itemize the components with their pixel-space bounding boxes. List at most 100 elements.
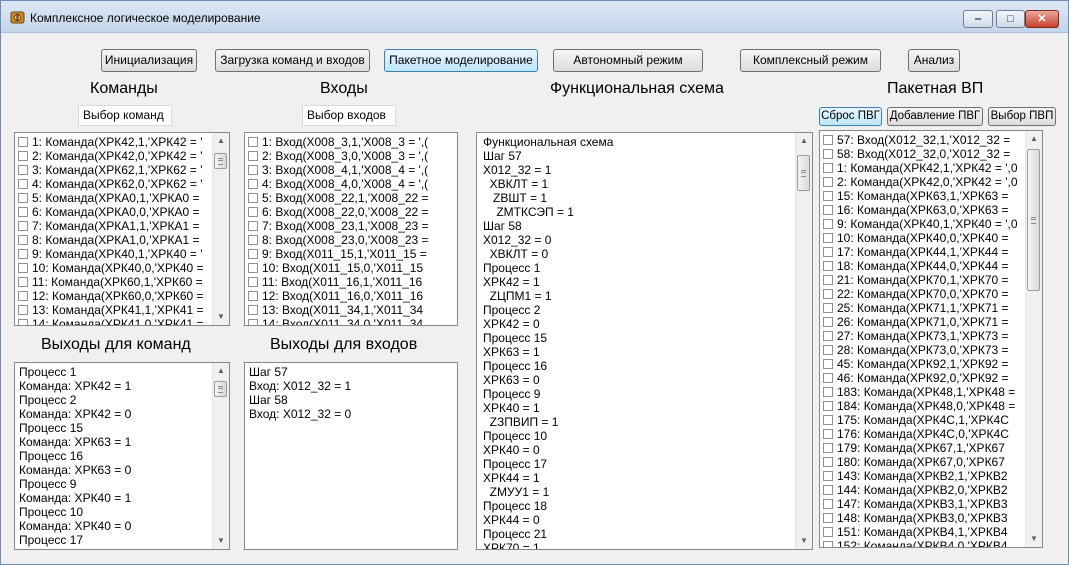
list-item[interactable]: 14: Команда(ХРК41,0,'ХРК41 = bbox=[18, 317, 213, 325]
checkbox[interactable] bbox=[248, 179, 258, 189]
checkbox[interactable] bbox=[823, 261, 833, 271]
list-item[interactable]: 12: Команда(ХРК60,0,'ХРК60 = bbox=[18, 289, 213, 303]
list-item[interactable]: 4: Команда(ХРК62,0,'ХРК62 = ' bbox=[18, 177, 213, 191]
list-item[interactable]: 8: Команда(ХРКА1,0,'ХРКА1 = bbox=[18, 233, 213, 247]
checkbox[interactable] bbox=[18, 151, 28, 161]
commands-scrollbar[interactable]: ▲ ▼ bbox=[212, 133, 229, 325]
list-item[interactable]: 152: Команда(ХРКВ4,0,'ХРКВ4 bbox=[823, 539, 1026, 547]
list-item[interactable]: 14: Вход(Х011_34,0,'Х011_34 bbox=[248, 317, 441, 325]
command-outputs-text[interactable]: Процесс 1 Команда: ХРК42 = 1 Процесс 2 Кома… bbox=[14, 362, 230, 550]
checkbox[interactable] bbox=[823, 191, 833, 201]
batch-scrollbar[interactable]: ▲ ▼ bbox=[1025, 131, 1042, 547]
list-item[interactable]: 17: Команда(ХРК44,1,'ХРК44 = bbox=[823, 245, 1026, 259]
checkbox[interactable] bbox=[823, 541, 833, 547]
list-item[interactable]: 22: Команда(ХРК70,0,'ХРК70 = bbox=[823, 287, 1026, 301]
checkbox[interactable] bbox=[18, 221, 28, 231]
title-bar[interactable]: Комплексное логическое моделирование ‒ □… bbox=[1, 1, 1068, 33]
inputs-list[interactable]: 1: Вход(Х008_3,1,'Х008_3 = ',(2: Вход(Х0… bbox=[244, 132, 458, 326]
list-item[interactable]: 28: Команда(ХРК73,0,'ХРК73 = bbox=[823, 343, 1026, 357]
list-item[interactable]: 3: Вход(Х008_4,1,'Х008_4 = ',( bbox=[248, 163, 441, 177]
reset-pvg-button[interactable]: Сброс ПВГ bbox=[819, 107, 882, 126]
list-item[interactable]: 151: Команда(ХРКВ4,1,'ХРКВ4 bbox=[823, 525, 1026, 539]
functional-scheme-text[interactable]: Функциональная схема Шаг 57 Х012_32 = 1 ХВ… bbox=[476, 132, 813, 550]
list-item[interactable]: 16: Команда(ХРК63,0,'ХРК63 = bbox=[823, 203, 1026, 217]
load-commands-inputs-button[interactable]: Загрузка команд и входов bbox=[215, 49, 370, 72]
scroll-down-icon[interactable]: ▼ bbox=[213, 533, 229, 549]
scroll-up-icon[interactable]: ▲ bbox=[213, 133, 229, 149]
checkbox[interactable] bbox=[18, 179, 28, 189]
checkbox[interactable] bbox=[248, 305, 258, 315]
checkbox[interactable] bbox=[823, 317, 833, 327]
checkbox[interactable] bbox=[248, 235, 258, 245]
list-item[interactable]: 13: Вход(Х011_34,1,'Х011_34 bbox=[248, 303, 441, 317]
checkbox[interactable] bbox=[248, 319, 258, 325]
checkbox[interactable] bbox=[823, 401, 833, 411]
checkbox[interactable] bbox=[18, 305, 28, 315]
checkbox[interactable] bbox=[18, 165, 28, 175]
list-item[interactable]: 5: Команда(ХРКА0,1,'ХРКА0 = bbox=[18, 191, 213, 205]
checkbox[interactable] bbox=[248, 207, 258, 217]
list-item[interactable]: 18: Команда(ХРК44,0,'ХРК44 = bbox=[823, 259, 1026, 273]
close-button[interactable]: ✕ bbox=[1025, 10, 1059, 28]
list-item[interactable]: 147: Команда(ХРКВ3,1,'ХРКВ3 bbox=[823, 497, 1026, 511]
checkbox[interactable] bbox=[18, 319, 28, 325]
list-item[interactable]: 148: Команда(ХРКВ3,0,'ХРКВ3 bbox=[823, 511, 1026, 525]
checkbox[interactable] bbox=[823, 219, 833, 229]
checkbox[interactable] bbox=[18, 137, 28, 147]
list-item[interactable]: 183: Команда(ХРК48,1,'ХРК48 = bbox=[823, 385, 1026, 399]
batch-list[interactable]: 57: Вход(Х012_32,1,'Х012_32 = 58: Вход(Х0… bbox=[819, 130, 1043, 548]
scroll-thumb[interactable] bbox=[797, 155, 810, 191]
checkbox[interactable] bbox=[18, 207, 28, 217]
checkbox[interactable] bbox=[823, 359, 833, 369]
checkbox[interactable] bbox=[823, 415, 833, 425]
checkbox[interactable] bbox=[248, 165, 258, 175]
checkbox[interactable] bbox=[18, 291, 28, 301]
list-item[interactable]: 12: Вход(Х011_16,0,'Х011_16 bbox=[248, 289, 441, 303]
list-item[interactable]: 144: Команда(ХРКВ2,0,'ХРКВ2 bbox=[823, 483, 1026, 497]
add-pvg-button[interactable]: Добавление ПВГ bbox=[887, 107, 983, 126]
checkbox[interactable] bbox=[823, 149, 833, 159]
checkbox[interactable] bbox=[823, 177, 833, 187]
list-item[interactable]: 5: Вход(Х008_22,1,'Х008_22 = bbox=[248, 191, 441, 205]
checkbox[interactable] bbox=[823, 457, 833, 467]
checkbox[interactable] bbox=[823, 485, 833, 495]
list-item[interactable]: 21: Команда(ХРК70,1,'ХРК70 = bbox=[823, 273, 1026, 287]
checkbox[interactable] bbox=[248, 221, 258, 231]
autonomous-mode-button[interactable]: Автономный режим bbox=[553, 49, 703, 72]
checkbox[interactable] bbox=[18, 263, 28, 273]
checkbox[interactable] bbox=[823, 163, 833, 173]
checkbox[interactable] bbox=[248, 263, 258, 273]
checkbox[interactable] bbox=[823, 387, 833, 397]
scroll-thumb[interactable] bbox=[214, 381, 227, 397]
tab-select-commands[interactable]: Выбор команд bbox=[78, 105, 172, 126]
checkbox[interactable] bbox=[823, 247, 833, 257]
scroll-up-icon[interactable]: ▲ bbox=[796, 133, 812, 149]
checkbox[interactable] bbox=[248, 137, 258, 147]
checkbox[interactable] bbox=[18, 193, 28, 203]
list-item[interactable]: 4: Вход(Х008_4,0,'Х008_4 = ',( bbox=[248, 177, 441, 191]
list-item[interactable]: 8: Вход(Х008_23,0,'Х008_23 = bbox=[248, 233, 441, 247]
list-item[interactable]: 6: Команда(ХРКА0,0,'ХРКА0 = bbox=[18, 205, 213, 219]
maximize-button[interactable]: □ bbox=[996, 10, 1025, 28]
list-item[interactable]: 2: Команда(ХРК42,0,'ХРК42 = ',0 bbox=[823, 175, 1026, 189]
scroll-up-icon[interactable]: ▲ bbox=[213, 363, 229, 379]
checkbox[interactable] bbox=[823, 429, 833, 439]
checkbox[interactable] bbox=[823, 373, 833, 383]
list-item[interactable]: 11: Команда(ХРК60,1,'ХРК60 = bbox=[18, 275, 213, 289]
list-item[interactable]: 184: Команда(ХРК48,0,'ХРК48 = bbox=[823, 399, 1026, 413]
select-pvp-button[interactable]: Выбор ПВП bbox=[988, 107, 1056, 126]
list-item[interactable]: 13: Команда(ХРК41,1,'ХРК41 = bbox=[18, 303, 213, 317]
list-item[interactable]: 143: Команда(ХРКВ2,1,'ХРКВ2 bbox=[823, 469, 1026, 483]
scroll-down-icon[interactable]: ▼ bbox=[1026, 531, 1042, 547]
checkbox[interactable] bbox=[18, 235, 28, 245]
list-item[interactable]: 9: Команда(ХРК40,1,'ХРК40 = ',0 bbox=[823, 217, 1026, 231]
checkbox[interactable] bbox=[248, 249, 258, 259]
tab-select-inputs[interactable]: Выбор входов bbox=[302, 105, 396, 126]
checkbox[interactable] bbox=[248, 277, 258, 287]
analysis-button[interactable]: Анализ bbox=[908, 49, 960, 72]
checkbox[interactable] bbox=[248, 151, 258, 161]
list-item[interactable]: 15: Команда(ХРК63,1,'ХРК63 = bbox=[823, 189, 1026, 203]
list-item[interactable]: 1: Вход(Х008_3,1,'Х008_3 = ',( bbox=[248, 135, 441, 149]
checkbox[interactable] bbox=[823, 303, 833, 313]
checkbox[interactable] bbox=[823, 513, 833, 523]
